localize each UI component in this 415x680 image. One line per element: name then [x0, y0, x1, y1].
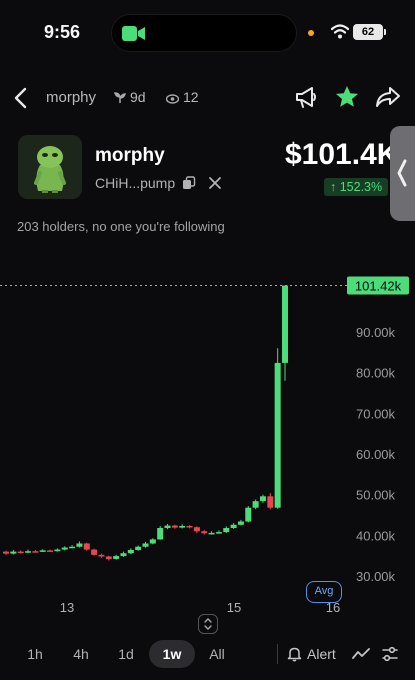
candle-body	[171, 525, 178, 528]
wifi-icon	[331, 24, 349, 39]
timeframe-1w[interactable]: 1w	[149, 640, 195, 668]
y-tick-label: 40.00k	[356, 528, 396, 543]
candle-body	[113, 556, 120, 559]
toolbar-divider	[277, 644, 278, 664]
age-indicator: 9d	[114, 89, 146, 105]
top-nav: morphy 9d 12	[0, 80, 415, 116]
candle-body	[54, 549, 61, 552]
chevron-left-icon	[397, 159, 407, 187]
candle-body	[25, 551, 32, 553]
price-chart[interactable]: 90.00k 80.00k 70.00k 60.00k 50.00k 40.00k 30.0…	[0, 255, 415, 620]
views-indicator: 12	[165, 89, 199, 105]
candle-body	[267, 496, 274, 508]
candle-body	[259, 496, 266, 502]
battery-indicator: 62	[353, 24, 383, 40]
address-actions	[182, 174, 222, 192]
candle-body	[91, 549, 98, 555]
candle-body	[201, 531, 208, 534]
avg-toggle[interactable]: Avg	[306, 581, 342, 603]
token-name: morphy	[95, 145, 165, 166]
current-price-label: 101.42k	[355, 279, 402, 294]
price-change-badge: ↑ 152.3%	[324, 178, 389, 196]
candle-body	[3, 551, 9, 554]
candle-body	[237, 521, 244, 525]
alert-label: Alert	[307, 646, 336, 662]
candle-body	[142, 543, 149, 547]
frog-mascot-icon	[18, 135, 82, 199]
privacy-indicator	[308, 30, 314, 36]
candle-body	[208, 532, 215, 535]
y-tick-label: 50.00k	[356, 488, 396, 503]
candle-body	[105, 556, 112, 559]
candle-body	[230, 524, 237, 529]
candle-body	[32, 551, 39, 553]
share-arrow-icon[interactable]	[374, 84, 402, 110]
candle-body	[120, 553, 127, 557]
alert-button[interactable]: Alert	[287, 640, 336, 668]
candle-body	[83, 543, 90, 550]
x-tick-label: 13	[60, 600, 74, 615]
candle-body	[157, 528, 164, 540]
candle-body	[186, 525, 193, 528]
token-address[interactable]: CHiH...pump	[95, 175, 175, 191]
back-chevron-icon[interactable]	[10, 84, 34, 112]
expand-chart-control[interactable]	[198, 614, 218, 634]
candle-body	[39, 550, 46, 552]
nav-title: morphy	[46, 89, 97, 106]
sliders-icon[interactable]	[381, 645, 399, 663]
candle-body	[47, 550, 54, 552]
chart-toolbar: 1h 4h 1d 1w All Alert	[0, 638, 415, 672]
y-tick-label: 70.00k	[356, 406, 396, 421]
y-tick-label: 30.00k	[356, 569, 396, 584]
candle-body	[274, 362, 281, 508]
candle-body	[193, 527, 200, 532]
sprout-icon	[114, 92, 126, 103]
x-tick-label: 15	[227, 600, 241, 615]
candle-body	[135, 546, 142, 550]
side-panel-tab[interactable]	[390, 126, 415, 221]
holders-summary: 203 holders, no one you're following	[17, 219, 225, 234]
timeframe-1d[interactable]: 1d	[112, 640, 140, 668]
copy-icon[interactable]	[182, 176, 196, 190]
timeframe-4h[interactable]: 4h	[67, 640, 95, 668]
candle-body	[127, 549, 134, 554]
views-value: 12	[183, 89, 199, 105]
bell-icon	[287, 647, 302, 662]
token-price: $101.4K	[285, 138, 399, 171]
candle-body	[61, 547, 68, 550]
clock: 9:56	[44, 22, 81, 42]
candle-body	[76, 543, 83, 547]
candle-body	[149, 539, 156, 544]
candle-body	[282, 285, 288, 363]
x-twitter-icon[interactable]	[208, 176, 222, 190]
candle-body	[69, 546, 76, 549]
status-bar: 9:56 62	[0, 0, 415, 66]
y-tick-label: 90.00k	[356, 325, 396, 340]
candle-body	[17, 551, 24, 554]
dynamic-island	[111, 14, 297, 52]
video-camera-icon	[122, 26, 145, 41]
line-chart-icon[interactable]	[352, 646, 370, 662]
candle-body	[98, 554, 105, 557]
candle-body	[215, 532, 222, 534]
timeframe-all[interactable]: All	[203, 640, 231, 668]
candle-body	[252, 501, 259, 508]
battery-tip	[384, 29, 386, 35]
chevron-up-down-icon	[204, 618, 212, 630]
eye-icon	[165, 94, 180, 104]
y-tick-label: 60.00k	[356, 447, 396, 462]
age-value: 9d	[130, 89, 146, 105]
candle-body	[10, 551, 17, 554]
candle-body	[179, 525, 186, 528]
megaphone-icon[interactable]	[292, 84, 320, 112]
timeframe-1h[interactable]: 1h	[22, 640, 48, 668]
candle-body	[164, 525, 171, 529]
star-icon[interactable]	[334, 84, 360, 110]
candle-body	[223, 528, 230, 533]
token-avatar	[18, 135, 82, 199]
y-tick-label: 80.00k	[356, 366, 396, 381]
candle-body	[245, 507, 252, 522]
